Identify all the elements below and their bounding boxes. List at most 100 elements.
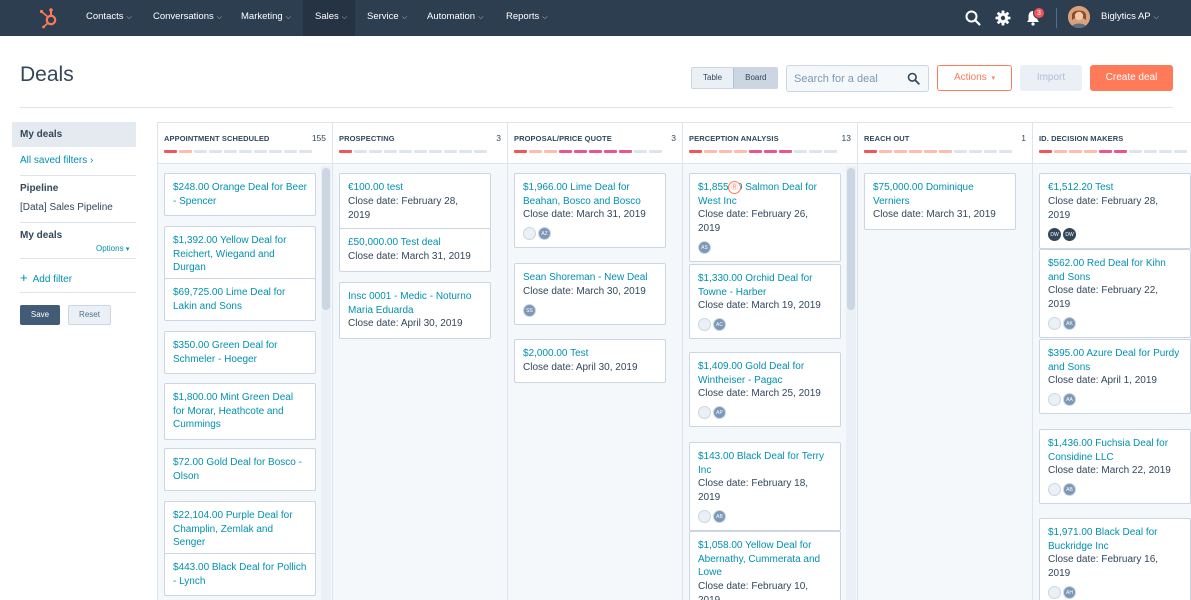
deal-card[interactable]: $2,000.00 Test Close date: April 30, 2019 xyxy=(514,339,666,383)
user-avatar[interactable] xyxy=(1068,6,1090,28)
deal-name-link[interactable]: $143.00 Black Deal for Terry Inc xyxy=(698,450,832,477)
owner-avatar[interactable]: AS xyxy=(698,241,711,254)
company-avatar[interactable] xyxy=(523,227,536,240)
owner-avatar[interactable]: AH xyxy=(1063,586,1076,599)
owner-avatar[interactable]: AK xyxy=(1063,317,1076,330)
deal-card[interactable]: $1,330.00 Orchid Deal for Towne - Harber… xyxy=(689,264,841,339)
deal-card[interactable]: $1,058.00 Yellow Deal for Abernathy, Cum… xyxy=(689,531,841,600)
deal-name-link[interactable]: $1,966.00 Lime Deal for Beahan, Bosco an… xyxy=(523,181,657,208)
deal-name-link[interactable]: $22,104.00 Purple Deal for Champlin, Zem… xyxy=(173,509,307,550)
nav-sales[interactable]: Sales ⌵ xyxy=(303,0,355,36)
search-icon[interactable] xyxy=(964,9,982,27)
deal-name-link[interactable]: $395.00 Azure Deal for Purdy and Sons xyxy=(1048,347,1182,374)
view-table-button[interactable]: Table xyxy=(692,68,734,88)
deal-name-link[interactable]: £50,000.00 Test deal xyxy=(348,236,482,250)
deal-name-link[interactable]: $72.00 Gold Deal for Bosco - Olson xyxy=(173,456,307,483)
deal-card[interactable]: £50,000.00 Test deal Close date: March 31… xyxy=(339,228,491,272)
deal-card[interactable]: $395.00 Azure Deal for Purdy and Sons Clo… xyxy=(1039,339,1191,414)
nav-marketing[interactable]: Marketing ⌵ xyxy=(229,0,303,36)
hubspot-logo[interactable] xyxy=(38,7,60,29)
deal-name-link[interactable]: Sean Shoreman - New Deal xyxy=(523,271,657,285)
deal-card[interactable]: $22,104.00 Purple Deal for Champlin, Zem… xyxy=(164,501,316,558)
search-icon[interactable] xyxy=(907,72,920,85)
owner-avatar[interactable]: AC xyxy=(713,318,726,331)
deal-name-link[interactable]: $562.00 Red Deal for Kihn and Sons xyxy=(1048,257,1182,284)
account-menu[interactable]: Biglytics AP ⌵ xyxy=(1101,11,1159,22)
save-button[interactable]: Save xyxy=(20,305,60,325)
deal-name-link[interactable]: $1,800.00 Mint Green Deal for Morar, Hea… xyxy=(173,391,307,432)
owner-avatar[interactable]: AA xyxy=(1063,393,1076,406)
deal-card[interactable]: $1,409.00 Gold Deal for Wintheiser - Pag… xyxy=(689,352,841,427)
company-logo-icon[interactable]: Ⓡ xyxy=(728,181,741,194)
deal-name-link[interactable]: $443.00 Black Deal for Pollich - Lynch xyxy=(173,561,307,588)
owner-avatar[interactable]: AB xyxy=(1063,483,1076,496)
nav-reports[interactable]: Reports ⌵ xyxy=(494,0,560,36)
company-avatar[interactable] xyxy=(1048,393,1061,406)
company-avatar[interactable] xyxy=(1048,317,1061,330)
company-avatar[interactable] xyxy=(698,406,711,419)
nav-service[interactable]: Service ⌵ xyxy=(355,0,419,36)
deal-name-link[interactable]: €1,512.20 Test xyxy=(1048,181,1182,195)
deal-name-link[interactable]: $2,000.00 Test xyxy=(523,347,657,361)
deal-card[interactable]: €100.00 test Close date: February 28, 201… xyxy=(339,173,491,231)
owner-avatar[interactable]: DW xyxy=(1048,227,1061,241)
scrollbar-thumb[interactable] xyxy=(322,168,330,310)
company-avatar[interactable] xyxy=(1048,483,1061,496)
add-filter-link[interactable]: + Add filter xyxy=(20,270,72,285)
company-avatar[interactable] xyxy=(698,318,711,331)
gear-icon[interactable] xyxy=(994,9,1012,27)
deal-name-link[interactable]: $69,725.00 Lime Deal for Lakin and Sons xyxy=(173,286,307,313)
deal-name-link[interactable]: $1,058.00 Yellow Deal for Abernathy, Cum… xyxy=(698,539,832,580)
deal-name-link[interactable]: $1,436.00 Fuchsia Deal for Considine LLC xyxy=(1048,437,1182,464)
deal-card[interactable]: $562.00 Red Deal for Kihn and Sons Close … xyxy=(1039,249,1191,338)
create-deal-button[interactable]: Create deal xyxy=(1090,65,1173,91)
deal-name-link[interactable]: €100.00 test xyxy=(348,181,482,195)
reset-button[interactable]: Reset xyxy=(68,305,111,325)
deal-name-link[interactable]: $1,971.00 Black Deal for Buckridge Inc xyxy=(1048,526,1182,553)
owner-avatar[interactable]: AZ xyxy=(538,227,551,240)
deal-card[interactable]: $1,855.00 Salmon Deal for West Inc Close … xyxy=(689,173,841,262)
deal-card[interactable]: $1,436.00 Fuchsia Deal for Considine LLC… xyxy=(1039,429,1191,504)
company-avatar[interactable] xyxy=(698,510,711,523)
deal-name-link[interactable]: $75,000.00 Dominique Verniers xyxy=(873,181,1007,208)
owner-avatar[interactable]: DW xyxy=(1063,227,1076,241)
deal-card[interactable]: $72.00 Gold Deal for Bosco - Olson xyxy=(164,448,316,491)
deal-name-link[interactable]: Insc 0001 - Medic - Noturno Maria Eduard… xyxy=(348,290,482,317)
deal-card[interactable]: $443.00 Black Deal for Pollich - Lynch xyxy=(164,553,316,596)
deal-card[interactable]: $1,971.00 Black Deal for Buckridge Inc Cl… xyxy=(1039,518,1191,600)
deal-name-link[interactable]: $1,855.00 Salmon Deal for West Inc xyxy=(698,181,832,208)
pipeline-select[interactable]: [Data] Sales Pipeline xyxy=(20,202,113,213)
company-avatar[interactable] xyxy=(1048,586,1061,599)
deal-card[interactable]: $1,800.00 Mint Green Deal for Morar, Hea… xyxy=(164,383,316,440)
deal-card[interactable]: Sean Shoreman - New Deal Close date: Marc… xyxy=(514,263,666,325)
deal-name-link[interactable]: $1,409.00 Gold Deal for Wintheiser - Pag… xyxy=(698,360,832,387)
deal-search-input[interactable] xyxy=(787,66,902,91)
column-scrollbar[interactable] xyxy=(846,166,856,600)
filter-options-dropdown[interactable]: Options ▾ xyxy=(96,244,129,253)
deal-name-link[interactable]: $350.00 Green Deal for Schmeler - Hoeger xyxy=(173,339,307,366)
nav-automation[interactable]: Automation ⌵ xyxy=(415,0,495,36)
actions-dropdown-button[interactable]: Actions ▾ xyxy=(937,65,1012,91)
column-scrollbar[interactable] xyxy=(321,166,331,600)
nav-conversations[interactable]: Conversations ⌵ xyxy=(141,0,234,36)
deal-card[interactable]: $75,000.00 Dominique Verniers Close date:… xyxy=(864,173,1016,230)
deal-card[interactable]: $350.00 Green Deal for Schmeler - Hoeger xyxy=(164,331,316,374)
all-saved-filters-link[interactable]: All saved filters › xyxy=(20,155,93,166)
deal-card[interactable]: $69,725.00 Lime Deal for Lakin and Sons xyxy=(164,278,316,321)
my-deals-view-tab[interactable]: My deals xyxy=(12,122,136,147)
deal-card[interactable]: $1,392.00 Yellow Deal for Reichert, Wieg… xyxy=(164,226,316,283)
import-button[interactable]: Import xyxy=(1020,65,1082,91)
deal-card[interactable]: $1,966.00 Lime Deal for Beahan, Bosco an… xyxy=(514,173,666,248)
nav-contacts[interactable]: Contacts ⌵ xyxy=(74,0,144,36)
deal-card[interactable]: €1,512.20 Test Close date: February 28, 2… xyxy=(1039,173,1191,249)
owner-avatar[interactable]: AB xyxy=(713,510,726,523)
deal-card[interactable]: $248.00 Orange Deal for Beer - Spencer xyxy=(164,173,316,216)
deal-name-link[interactable]: $248.00 Orange Deal for Beer - Spencer xyxy=(173,181,307,208)
deal-name-link[interactable]: $1,392.00 Yellow Deal for Reichert, Wieg… xyxy=(173,234,307,275)
view-board-button[interactable]: Board xyxy=(733,68,778,88)
deal-name-link[interactable]: $1,330.00 Orchid Deal for Towne - Harber xyxy=(698,272,832,299)
owner-avatar[interactable]: AP xyxy=(713,406,726,419)
deal-card[interactable]: $143.00 Black Deal for Terry Inc Close da… xyxy=(689,442,841,531)
scrollbar-thumb[interactable] xyxy=(847,168,855,310)
deal-card[interactable]: Insc 0001 - Medic - Noturno Maria Eduard… xyxy=(339,282,491,339)
